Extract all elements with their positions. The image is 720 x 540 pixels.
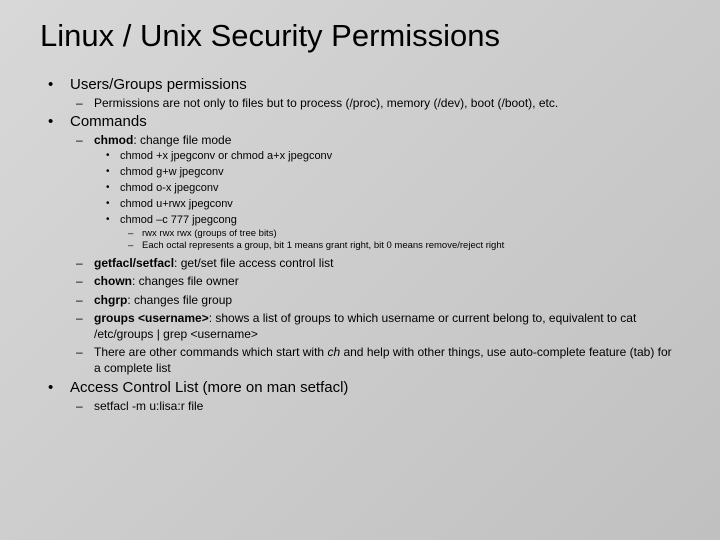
slide-title: Linux / Unix Security Permissions <box>40 18 680 54</box>
cmd-desc: : change file mode <box>133 133 231 147</box>
more-text-a: There are other commands which start wit… <box>94 345 327 359</box>
cmd-chmod: chmod: change file mode chmod +x jpegcon… <box>70 132 680 253</box>
cmd-chown: chown: changes file owner <box>70 273 680 289</box>
section-users-groups: Users/Groups permissions Permissions are… <box>40 76 680 111</box>
chmod-example: chmod u+rwx jpegconv <box>94 197 680 212</box>
chmod-example: chmod +x jpegconv or chmod a+x jpegconv <box>94 149 680 164</box>
section-commands: Commands chmod: change file mode chmod +… <box>40 113 680 376</box>
cmd-desc: : get/set file access control list <box>174 256 333 270</box>
cmd-name: groups <username> <box>94 311 209 325</box>
bullet-list: Users/Groups permissions Permissions are… <box>40 76 680 414</box>
section-acl: Access Control List (more on man setfacl… <box>40 379 680 414</box>
cmd-name: chown <box>94 274 132 288</box>
chmod-example-text: chmod –c 777 jpegcong <box>120 214 237 226</box>
chmod-example: chmod –c 777 jpegcong rwx rwx rwx (group… <box>94 213 680 253</box>
cmd-groups: groups <username>: shows a list of group… <box>70 310 680 342</box>
section-heading: Users/Groups permissions <box>70 76 247 93</box>
slide: Linux / Unix Security Permissions Users/… <box>0 0 720 540</box>
cmd-desc: : changes file owner <box>132 274 239 288</box>
cmd-chgrp: chgrp: changes file group <box>70 292 680 308</box>
cmd-more: There are other commands which start wit… <box>70 344 680 376</box>
chmod-example: chmod g+w jpegconv <box>94 165 680 180</box>
more-text-i: ch <box>327 345 340 359</box>
cmd-facl: getfacl/setfacl: get/set file access con… <box>70 255 680 271</box>
cmd-desc: : changes file group <box>127 293 232 307</box>
users-groups-note: Permissions are not only to files but to… <box>70 95 680 111</box>
chmod-example: chmod o-x jpegconv <box>94 181 680 196</box>
octal-note: Each octal represents a group, bit 1 mea… <box>120 240 680 253</box>
cmd-name: chgrp <box>94 293 127 307</box>
section-heading: Commands <box>70 113 147 130</box>
cmd-name: chmod <box>94 133 133 147</box>
cmd-name: getfacl/setfacl <box>94 256 174 270</box>
octal-note: rwx rwx rwx (groups of tree bits) <box>120 228 680 241</box>
section-heading: Access Control List (more on man setfacl… <box>70 379 348 396</box>
acl-example: setfacl -m u:lisa:r file <box>70 398 680 414</box>
